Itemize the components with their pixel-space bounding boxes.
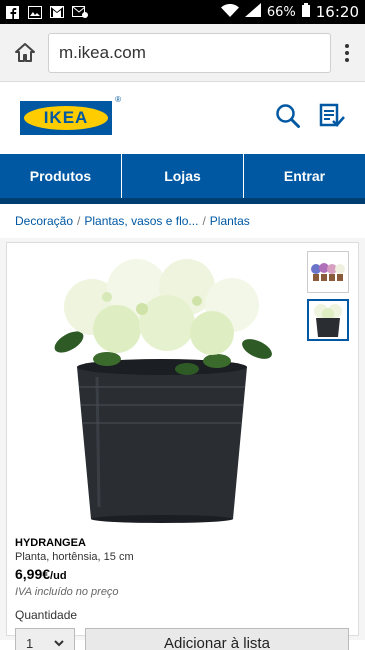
search-button[interactable] xyxy=(275,103,301,134)
ikea-logo[interactable]: IKEA ® xyxy=(20,95,121,135)
registered-mark: ® xyxy=(115,95,121,104)
browser-toolbar: m.ikea.com xyxy=(0,24,365,82)
thumbnail-2[interactable] xyxy=(307,299,349,341)
mail-off-icon xyxy=(72,6,88,18)
url-bar[interactable]: m.ikea.com xyxy=(48,32,331,73)
quantity-select[interactable]: 1 xyxy=(15,628,75,650)
vat-note: IVA incluído no preço xyxy=(15,586,119,598)
price-value: 6,99€ xyxy=(15,566,51,582)
product-description: Planta, hortênsia, 15 cm xyxy=(15,551,134,563)
tab-produtos[interactable]: Produtos xyxy=(0,154,122,198)
breadcrumb-link-plantas[interactable]: Plantas xyxy=(210,214,250,228)
thumbnail-1[interactable] xyxy=(307,251,349,293)
shopping-list-button[interactable] xyxy=(319,103,345,134)
quantity-label: Quantidade xyxy=(15,608,78,622)
breadcrumb-separator: / xyxy=(202,214,206,228)
add-to-list-button[interactable]: Adicionar à lista xyxy=(85,628,349,650)
product-section: HYDRANGEA Planta, hortênsia, 15 cm 6,99€… xyxy=(0,238,365,650)
thumbnail-image xyxy=(311,263,345,281)
shopping-list-icon xyxy=(319,103,345,127)
search-icon xyxy=(276,103,300,128)
signal-icon xyxy=(244,3,261,21)
wifi-icon xyxy=(220,3,239,21)
breadcrumb-link-decoracao[interactable]: Decoração xyxy=(15,214,73,228)
battery-icon xyxy=(301,3,310,21)
product-info: HYDRANGEA Planta, hortênsia, 15 cm 6,99€… xyxy=(15,537,134,622)
quantity-value: 1 xyxy=(26,635,34,650)
tab-entrar[interactable]: Entrar xyxy=(244,154,365,198)
facebook-icon xyxy=(6,6,20,19)
clock: 16:20 xyxy=(315,3,359,21)
site-header: IKEA ® xyxy=(0,82,365,154)
tab-lojas[interactable]: Lojas xyxy=(122,154,244,198)
gallery-icon xyxy=(28,6,42,19)
browser-menu-button[interactable] xyxy=(339,38,355,68)
product-name[interactable]: HYDRANGEA xyxy=(15,537,134,549)
main-nav: Produtos Lojas Entrar xyxy=(0,154,365,198)
product-card: HYDRANGEA Planta, hortênsia, 15 cm 6,99€… xyxy=(6,242,359,650)
breadcrumb: Decoração / Plantas, vasos e flo... / Pl… xyxy=(0,204,365,238)
breadcrumb-link-plantas-vasos[interactable]: Plantas, vasos e flo... xyxy=(84,214,198,228)
home-icon xyxy=(15,42,35,62)
home-button[interactable] xyxy=(10,38,40,68)
breadcrumb-separator: / xyxy=(77,214,81,228)
price-unit: /ud xyxy=(50,570,67,582)
thumbnail-image xyxy=(314,304,342,337)
gmail-icon xyxy=(50,6,64,18)
url-text: m.ikea.com xyxy=(59,42,146,62)
battery-percent: 66% xyxy=(266,4,296,20)
logo-text: IKEA xyxy=(43,108,89,127)
notification-icons xyxy=(6,6,88,19)
chevron-down-icon xyxy=(54,640,64,647)
product-image[interactable] xyxy=(47,257,277,527)
product-price: 6,99€/ud xyxy=(15,566,134,582)
status-bar: 66% 16:20 xyxy=(0,0,365,24)
more-vert-icon xyxy=(345,43,349,48)
